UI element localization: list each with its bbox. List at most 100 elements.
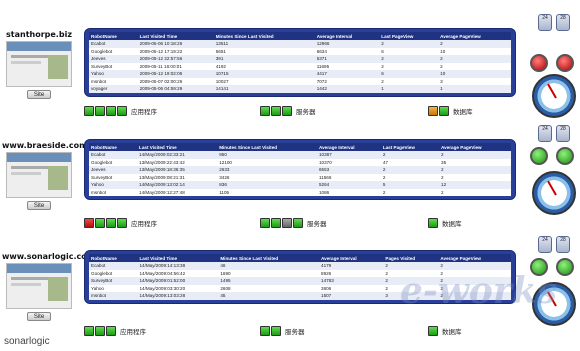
mini-counter[interactable]: 24 [538, 14, 552, 31]
table-cell: voyager [89, 85, 138, 93]
site-thumbnail[interactable] [6, 263, 72, 309]
column-header[interactable]: Last PageView [380, 143, 440, 151]
mini-counter[interactable]: 24 [538, 236, 552, 253]
column-header[interactable]: Last Visited Time [137, 254, 219, 262]
column-header[interactable]: Average Interval [316, 143, 381, 151]
status-light[interactable] [428, 105, 438, 116]
table-row[interactable]: voyager 2009-05-06 04:59:29 14141 1442 1 1 [89, 85, 511, 93]
table-cell: SurveyBot [89, 277, 138, 285]
mini-counter-value: 28 [560, 237, 566, 243]
mini-counter[interactable]: 28 [556, 236, 570, 253]
status-light[interactable] [282, 105, 292, 116]
table-row[interactable]: Googlebot 2009-05-12 17:19:22 5651 6634 6 10 [89, 47, 511, 55]
table-cell: 1690 [218, 269, 320, 277]
table-cell: 13/May/2009:22:43:42 [137, 158, 218, 166]
status-light[interactable] [95, 325, 105, 336]
table-cell: 14/May/2009:13:03:28 [137, 292, 219, 300]
status-label: 数据库 [442, 328, 462, 336]
table-row[interactable]: Ecabot 14/May/2009:02:33:21 950 10387 2 2 [89, 151, 511, 159]
column-header[interactable]: Average PageView [438, 254, 511, 262]
status-knob[interactable] [530, 147, 548, 165]
table-cell: 7072 [314, 77, 380, 85]
table-cell: 836 [217, 181, 317, 189]
status-light[interactable] [271, 217, 281, 228]
column-header[interactable]: RobotName [89, 143, 138, 151]
column-header[interactable]: Minutes Since Last Visited [217, 143, 317, 151]
table-cell: 2 [383, 262, 439, 270]
table-cell: 13511 [213, 40, 315, 48]
column-header[interactable]: Last Visited Time [137, 32, 214, 40]
table-row[interactable]: msnbot 14/May/2009:12:27:48 1105 1086 2 2 [89, 188, 511, 196]
status-label: 应用程序 [120, 328, 146, 336]
status-light[interactable] [106, 105, 116, 116]
status-light[interactable] [84, 325, 94, 336]
status-light[interactable] [271, 105, 281, 116]
watermark: e-works [400, 270, 558, 312]
mini-counter[interactable]: 28 [556, 125, 570, 142]
mini-counter[interactable]: 28 [556, 14, 570, 31]
status-light[interactable] [84, 105, 94, 116]
status-light[interactable] [106, 325, 116, 336]
table-cell: 6 [379, 70, 439, 78]
column-header[interactable]: Pages Visited [383, 254, 439, 262]
status-light[interactable] [428, 325, 438, 336]
column-header[interactable]: RobotName [89, 254, 138, 262]
status-light[interactable] [260, 217, 270, 228]
site-thumbnail[interactable] [6, 152, 72, 198]
status-light[interactable] [84, 217, 94, 228]
site-thumbnail[interactable] [6, 41, 72, 87]
column-header[interactable]: Average Interval [314, 32, 380, 40]
table-cell: 6553 [316, 166, 381, 174]
column-header[interactable]: Minutes Since Last Visited [218, 254, 320, 262]
column-header[interactable]: Minutes Since Last Visited [213, 32, 315, 40]
table-row[interactable]: Ecabot 14/May/2009:14:13:38 46 4179 2 2 [89, 262, 511, 270]
status-light[interactable] [117, 105, 127, 116]
table-cell: 14141 [213, 85, 315, 93]
table-cell: Googlebot [89, 158, 138, 166]
table-cell: 10715 [213, 70, 315, 78]
column-header[interactable]: Average PageView [438, 32, 511, 40]
status-light[interactable] [271, 325, 281, 336]
status-light[interactable] [439, 105, 449, 116]
status-knob[interactable] [556, 54, 574, 72]
table-cell: 12966 [314, 40, 380, 48]
column-header[interactable]: Average PageView [439, 143, 511, 151]
column-header[interactable]: RobotName [89, 32, 138, 40]
site-button[interactable]: Site [27, 90, 51, 99]
status-lights-app: 应用程序 [84, 322, 146, 336]
status-light[interactable] [106, 217, 116, 228]
status-light[interactable] [282, 217, 292, 228]
table-cell: 1495 [218, 277, 320, 285]
column-header[interactable]: Average Interval [319, 254, 384, 262]
status-light[interactable] [260, 325, 270, 336]
table-row[interactable]: SurveyBot 13/May/2009:08:21:31 3426 11566 2 2 [89, 173, 511, 181]
table-row[interactable]: Yahoo 2009-05-12 19:02:05 10715 4417 6 10 [89, 70, 511, 78]
table-cell: 1105 [217, 188, 317, 196]
table-row[interactable]: SurveyBot 2009-05-11 16:00:01 4192 11695 2 2 [89, 62, 511, 70]
status-light[interactable] [95, 105, 105, 116]
table-row[interactable]: msnbot 2009-05-07 02:00:26 10027 7072 2 3 [89, 77, 511, 85]
table-cell: Jeeves [89, 166, 138, 174]
table-row[interactable]: Jeeves 13/May/2009:18:36:35 2633 6553 2 2 [89, 166, 511, 174]
table-row[interactable]: Yahoo 14/May/2009:13:02:14 836 5264 5 12 [89, 181, 511, 189]
table-cell: Ecabot [89, 151, 138, 159]
status-light[interactable] [428, 217, 438, 228]
table-cell: 14783 [319, 277, 384, 285]
status-knob[interactable] [530, 54, 548, 72]
status-lights-db: 数据库 [428, 214, 462, 228]
site-button[interactable]: Site [27, 312, 51, 321]
column-header[interactable]: Last Visited Time [137, 143, 218, 151]
status-light[interactable] [260, 105, 270, 116]
status-knob[interactable] [556, 258, 574, 276]
table-row[interactable]: Jeeves 2009-05-12 22:57:56 391 5371 2 2 [89, 55, 511, 63]
status-light[interactable] [293, 217, 303, 228]
status-light[interactable] [117, 217, 127, 228]
table-row[interactable]: Googlebot 13/May/2009:22:43:42 12100 10370 4… [89, 158, 511, 166]
table-row[interactable]: Ecabot 2009-05-06 10:18:26 13511 12966 2 2 [89, 40, 511, 48]
column-header[interactable]: Last PageView [379, 32, 439, 40]
status-light[interactable] [95, 217, 105, 228]
table-cell: Googlebot [89, 47, 138, 55]
site-button[interactable]: Site [27, 201, 51, 210]
status-knob[interactable] [556, 147, 574, 165]
mini-counter[interactable]: 24 [538, 125, 552, 142]
